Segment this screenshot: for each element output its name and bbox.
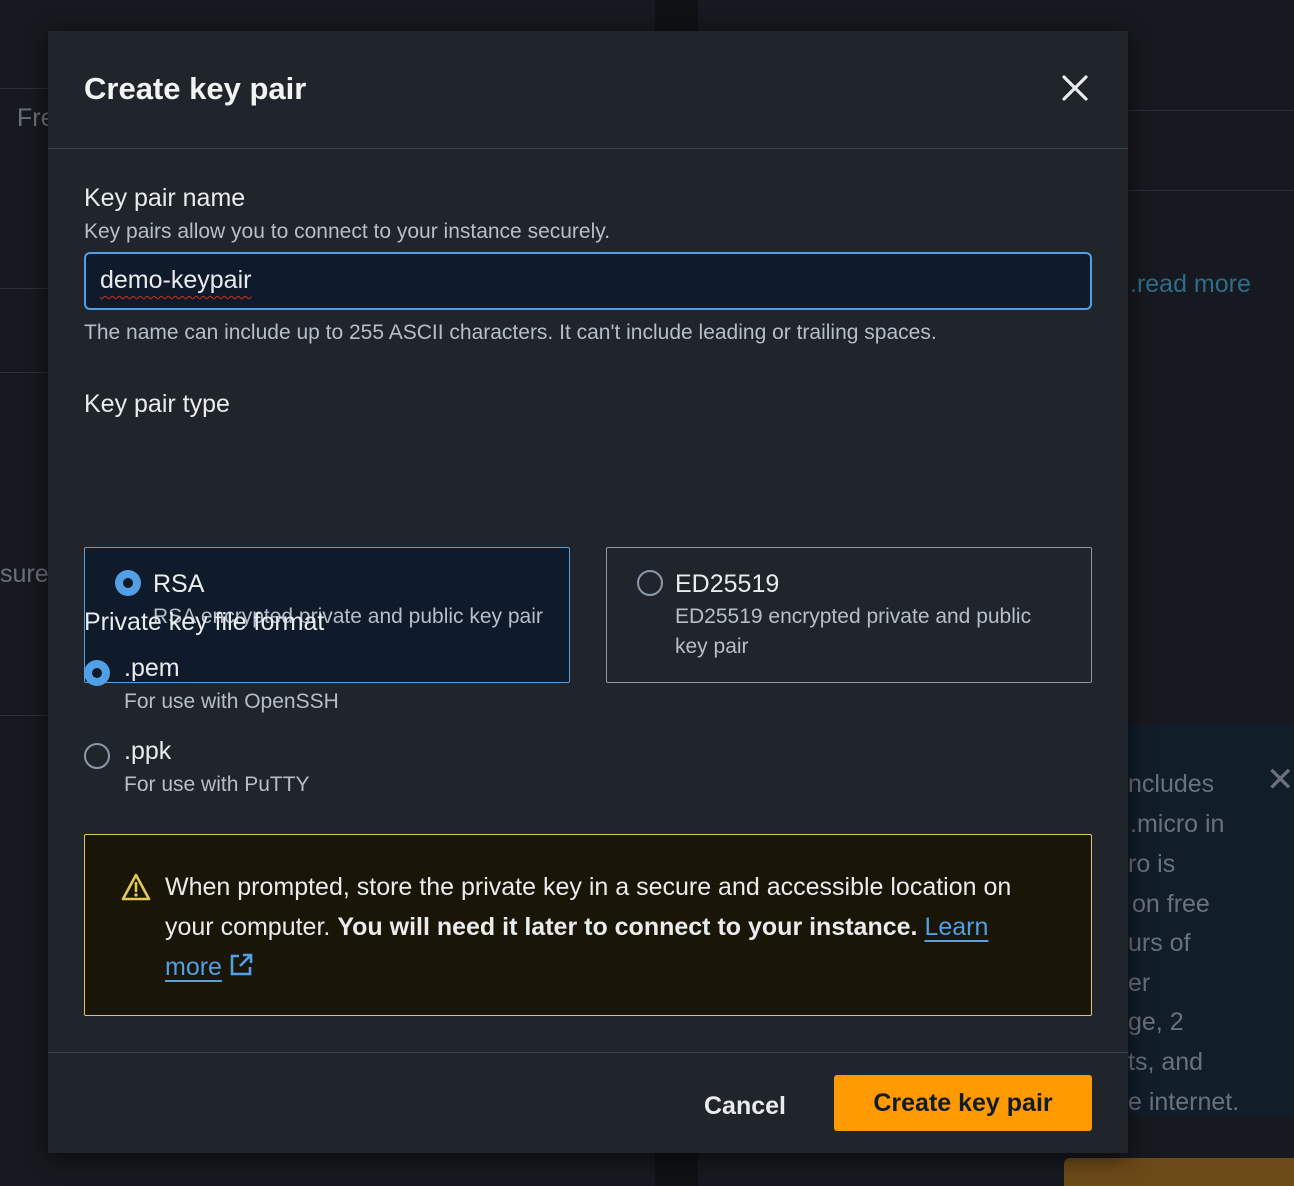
bg-info-line: e internet. xyxy=(1128,1088,1240,1116)
bg-launch-button xyxy=(1064,1158,1294,1186)
bg-divider xyxy=(0,715,48,716)
bg-divider xyxy=(0,88,48,89)
key-pair-name-value: demo-keypair xyxy=(100,266,252,294)
key-pair-name-constraint: The name can include up to 255 ASCII cha… xyxy=(84,321,937,344)
modal-header: Create key pair xyxy=(48,31,1128,149)
bg-close-icon: ✕ xyxy=(1266,761,1294,799)
file-format-option-label: .ppk xyxy=(124,737,172,765)
bg-info-line: .micro in xyxy=(1130,810,1225,838)
modal-footer: Cancel Create key pair xyxy=(48,1052,1128,1153)
warning-alert: When prompted, store the private key in … xyxy=(84,834,1092,1016)
file-format-option-label: .pem xyxy=(124,654,180,682)
key-type-option-ed25519[interactable]: ED25519 ED25519 encrypted private and pu… xyxy=(606,547,1092,683)
bg-divider xyxy=(1128,190,1294,191)
bg-info-line: er xyxy=(1128,969,1151,997)
cancel-button[interactable]: Cancel xyxy=(688,1081,802,1131)
file-format-option-description: For use with PuTTY xyxy=(124,773,310,796)
key-type-title: ED25519 xyxy=(675,570,780,598)
warning-alert-text: When prompted, store the private key in … xyxy=(165,867,1045,987)
bg-info-line: ts, and xyxy=(1128,1048,1204,1076)
bg-text-fragment: sure xyxy=(0,560,49,588)
key-type-title: RSA xyxy=(153,570,205,598)
create-key-pair-modal: Create key pair Key pair name Key pairs … xyxy=(48,31,1128,1153)
radio-unchecked-icon xyxy=(637,570,663,596)
create-key-pair-button[interactable]: Create key pair xyxy=(834,1075,1092,1131)
key-pair-name-input[interactable]: demo-keypair xyxy=(84,252,1092,310)
bg-info-line: ncludes xyxy=(1128,770,1215,798)
external-link-icon xyxy=(230,953,253,976)
file-format-option-description: For use with OpenSSH xyxy=(124,690,339,713)
alert-bold-text: You will need it later to connect to you… xyxy=(337,913,918,941)
radio-unchecked-icon xyxy=(84,743,110,769)
file-format-label: Private key file format xyxy=(84,608,325,636)
bg-divider xyxy=(0,372,48,373)
close-icon xyxy=(1062,75,1088,101)
bg-info-line: ro is xyxy=(1128,850,1176,878)
bg-info-line: urs of xyxy=(1128,929,1191,957)
bg-divider xyxy=(1128,110,1294,111)
radio-checked-icon xyxy=(115,570,141,596)
bg-read-more-link: .read more xyxy=(1130,270,1251,298)
radio-checked-icon xyxy=(84,660,110,686)
bg-info-line: ge, 2 xyxy=(1128,1008,1184,1036)
key-type-description: ED25519 encrypted private and public key… xyxy=(675,605,1032,658)
bg-divider xyxy=(0,288,48,289)
modal-title: Create key pair xyxy=(84,71,307,106)
warning-icon xyxy=(121,873,151,901)
bg-info-line: on free xyxy=(1132,890,1210,918)
key-pair-name-label: Key pair name xyxy=(84,184,246,212)
close-button[interactable] xyxy=(1058,71,1092,105)
key-pair-name-description: Key pairs allow you to connect to your i… xyxy=(84,220,611,243)
key-pair-type-label: Key pair type xyxy=(84,390,230,418)
